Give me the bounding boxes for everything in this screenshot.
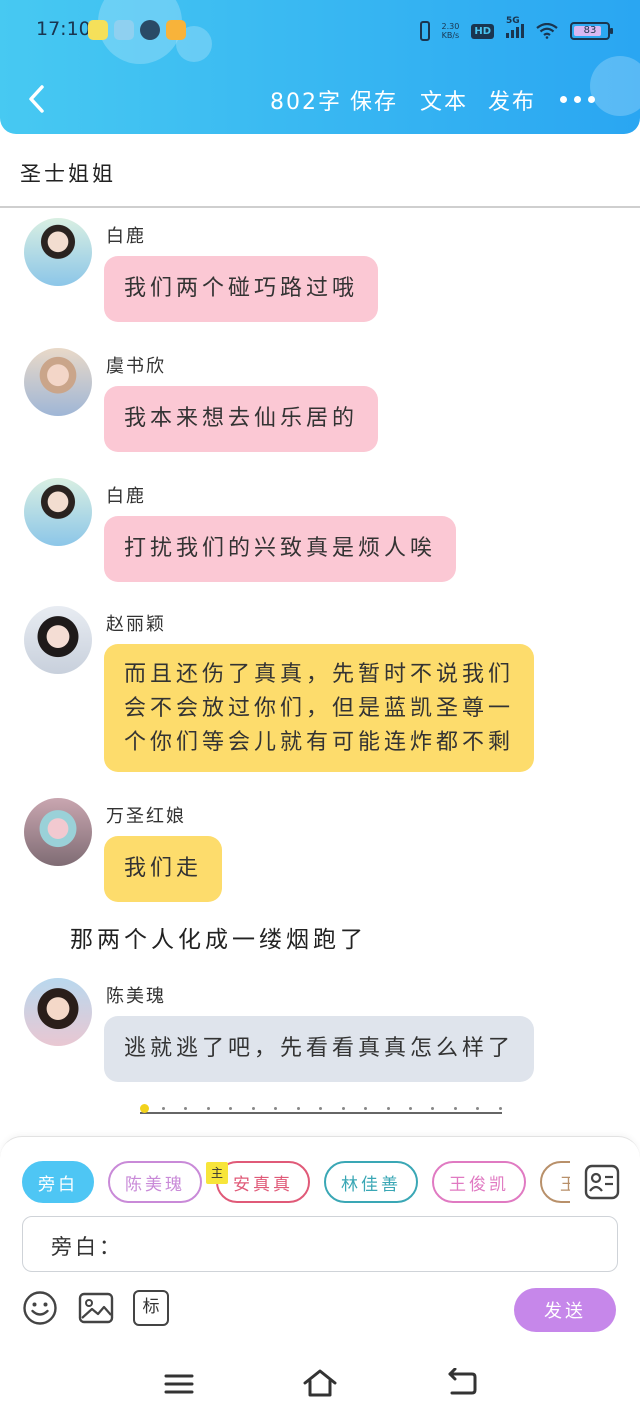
speaker-name: 虞书欣 bbox=[106, 356, 166, 377]
system-nav-bar bbox=[0, 1348, 640, 1423]
network-type: 5G bbox=[506, 16, 520, 26]
message-bubble: 我本来想去仙乐居的 bbox=[104, 386, 379, 452]
speaker-name: 白鹿 bbox=[106, 486, 146, 507]
story-title-bar: 圣士姐姐 bbox=[0, 134, 640, 208]
chapter-progress-track[interactable] bbox=[140, 1100, 502, 1116]
chip-label: 陈美瑰 bbox=[125, 1174, 185, 1195]
net-speed-value: 2.30 bbox=[441, 22, 460, 31]
hd-icon: HD bbox=[471, 23, 494, 39]
chip-label: 旁白 bbox=[38, 1174, 78, 1195]
chip-label: 安真真 bbox=[233, 1174, 293, 1195]
chip-label: 林佳善 bbox=[341, 1174, 401, 1195]
message-text-line: 会不会放过你们，但是蓝凯圣尊一 bbox=[124, 696, 515, 721]
message-bubble: 我们两个碰巧路过哦 bbox=[104, 256, 379, 322]
status-bar: 17:10 2.30 KB/s HD 5G 83 bbox=[0, 14, 640, 48]
message-text-line: 个你们等会儿就有可能连炸都不剩 bbox=[124, 730, 515, 755]
app-header: 17:10 2.30 KB/s HD 5G 83 802字 保存 文本 发布 bbox=[0, 0, 640, 134]
avatar[interactable] bbox=[24, 478, 92, 546]
top-nav: 802字 保存 文本 发布 bbox=[0, 72, 640, 128]
chip-label: 王俊凯 bbox=[449, 1174, 509, 1195]
message-text: 我本来想去仙乐居的 bbox=[124, 406, 359, 431]
menu-icon[interactable] bbox=[164, 1368, 194, 1398]
speaker-name: 白鹿 bbox=[106, 226, 146, 247]
battery-level: 83 bbox=[583, 25, 597, 36]
emoji-icon[interactable] bbox=[22, 1290, 58, 1326]
back-icon[interactable] bbox=[446, 1368, 478, 1398]
main-character-badge: 主 bbox=[206, 1162, 228, 1184]
more-icon[interactable] bbox=[560, 96, 595, 103]
story-title[interactable]: 圣士姐姐 bbox=[20, 158, 116, 188]
vibrate-icon bbox=[419, 21, 430, 41]
avatar[interactable] bbox=[24, 348, 92, 416]
battery-icon: 83 bbox=[570, 22, 613, 40]
speaker-name: 赵丽颖 bbox=[106, 614, 166, 635]
speaker-name: 陈美瑰 bbox=[106, 986, 166, 1007]
chip-label: 王 bbox=[560, 1170, 570, 1195]
word-count: 802字 bbox=[270, 90, 342, 115]
status-time: 17:10 bbox=[36, 18, 91, 40]
message-icon bbox=[140, 20, 160, 40]
status-right: 2.30 KB/s HD 5G 83 bbox=[419, 16, 613, 46]
speaker-name: 万圣红娘 bbox=[106, 806, 186, 827]
character-chip[interactable]: 王 bbox=[540, 1161, 570, 1203]
message-text: 我们两个碰巧路过哦 bbox=[124, 276, 359, 301]
net-speed: 2.30 KB/s bbox=[442, 22, 460, 40]
input-prefix: 旁白： bbox=[51, 1235, 123, 1259]
message-text: 我们走 bbox=[124, 856, 203, 881]
character-selector: 旁白 陈美瑰 安真真 林佳善 王俊凯 王 bbox=[22, 1161, 570, 1205]
progress-knob[interactable] bbox=[140, 1104, 149, 1113]
image-icon[interactable] bbox=[78, 1290, 114, 1326]
wifi-icon bbox=[536, 23, 558, 39]
character-list-icon[interactable] bbox=[584, 1164, 620, 1200]
message-bubble: 我们走 bbox=[104, 836, 223, 902]
avatar[interactable] bbox=[24, 606, 92, 674]
character-chip[interactable]: 陈美瑰 bbox=[108, 1161, 202, 1203]
character-chip[interactable]: 王俊凯 bbox=[432, 1161, 526, 1203]
send-button[interactable]: 发送 bbox=[514, 1288, 616, 1332]
signal-icon: 5G bbox=[506, 16, 524, 38]
home-icon[interactable] bbox=[302, 1368, 338, 1398]
notification-app-icon bbox=[114, 20, 134, 40]
character-chip[interactable]: 安真真 bbox=[216, 1161, 310, 1203]
notification-app-icon bbox=[88, 20, 108, 40]
weibo-icon bbox=[166, 20, 186, 40]
message-input[interactable]: 旁白： bbox=[22, 1216, 618, 1272]
narration-text[interactable]: 那两个人化成一缕烟跑了 bbox=[70, 920, 367, 954]
avatar[interactable] bbox=[24, 978, 92, 1046]
message-bubble: 打扰我们的兴致真是烦人唉 bbox=[104, 516, 457, 582]
avatar[interactable] bbox=[24, 798, 92, 866]
text-button[interactable]: 文本 bbox=[420, 84, 468, 116]
publish-button[interactable]: 发布 bbox=[488, 84, 536, 116]
net-speed-unit: KB/s bbox=[441, 31, 460, 40]
message-text: 逃就逃了吧，先看看真真怎么样了 bbox=[124, 1036, 515, 1061]
message-bubble: 而且还伤了真真，先暂时不说我们 会不会放过你们，但是蓝凯圣尊一 个你们等会儿就有… bbox=[104, 644, 535, 772]
tag-icon[interactable]: 标 bbox=[133, 1290, 169, 1326]
save-button[interactable]: 保存 bbox=[350, 84, 398, 116]
message-text-line: 而且还伤了真真，先暂时不说我们 bbox=[124, 662, 515, 687]
character-chip-narrator[interactable]: 旁白 bbox=[22, 1161, 94, 1203]
message-text: 打扰我们的兴致真是烦人唉 bbox=[124, 536, 437, 561]
back-arrow-icon[interactable] bbox=[22, 82, 56, 116]
progress-dots bbox=[162, 1107, 502, 1110]
progress-line bbox=[140, 1112, 502, 1114]
character-chip[interactable]: 林佳善 bbox=[324, 1161, 418, 1203]
message-bubble: 逃就逃了吧，先看看真真怎么样了 bbox=[104, 1016, 535, 1082]
avatar[interactable] bbox=[24, 218, 92, 286]
